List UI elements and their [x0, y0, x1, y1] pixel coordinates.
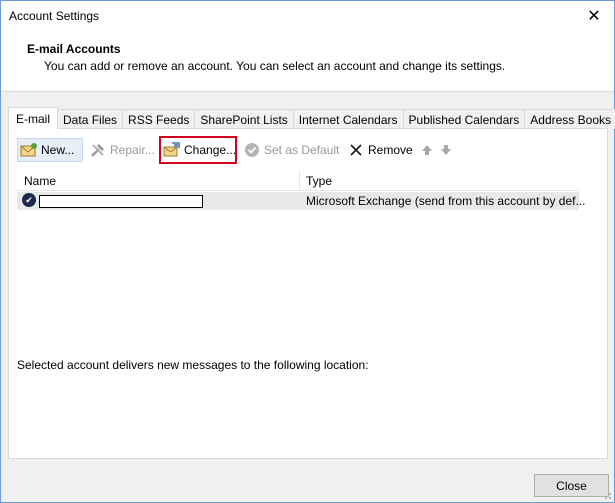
remove-button[interactable]: Remove	[347, 138, 413, 162]
change-settings-icon	[163, 141, 181, 159]
new-button-label: New...	[41, 143, 75, 157]
checkmark-circle-icon	[243, 141, 261, 159]
remove-button-label: Remove	[368, 143, 413, 157]
account-row[interactable]: ✔ Microsoft Exchange (send from this acc…	[17, 192, 585, 210]
repair-button[interactable]: Repair...	[89, 138, 155, 162]
tab-address-books[interactable]: Address Books	[524, 109, 615, 129]
tab-email[interactable]: E-mail	[8, 107, 59, 129]
arrow-up-icon	[418, 141, 436, 159]
remove-x-icon	[347, 141, 365, 159]
column-header-name[interactable]: Name	[24, 174, 56, 188]
tab-internet-calendars[interactable]: Internet Calendars	[292, 109, 404, 129]
header-title: E-mail Accounts	[27, 42, 121, 56]
header-description: You can add or remove an account. You ca…	[44, 59, 506, 73]
set-as-default-button[interactable]: Set as Default	[243, 138, 339, 162]
account-settings-dialog: Account Settings ✕ E-mail Accounts You c…	[0, 0, 615, 503]
repair-tools-icon	[89, 141, 107, 159]
tab-strip: E-mail Data Files RSS Feeds SharePoint L…	[8, 107, 615, 129]
move-up-button[interactable]	[418, 138, 439, 162]
list-header: Name Type	[17, 170, 579, 191]
new-account-button[interactable]: New...	[17, 138, 83, 162]
accounts-list: Name Type ✔ Microsoft Exchange (send fro…	[17, 170, 585, 340]
delivery-location-text: Selected account delivers new messages t…	[17, 358, 369, 372]
title-bar: Account Settings ✕	[1, 1, 614, 31]
account-name-redacted	[39, 195, 203, 208]
move-down-button[interactable]	[437, 138, 458, 162]
column-divider[interactable]	[299, 170, 300, 190]
tab-sharepoint-lists[interactable]: SharePoint Lists	[194, 109, 294, 129]
change-account-button[interactable]: Change...	[163, 138, 236, 162]
change-button-label: Change...	[184, 143, 237, 157]
tab-data-files[interactable]: Data Files	[57, 109, 124, 129]
close-window-button[interactable]: ✕	[584, 6, 604, 26]
default-account-check-icon: ✔	[22, 193, 36, 207]
header-panel: E-mail Accounts You can add or remove an…	[1, 31, 614, 92]
email-tab-panel: New... Repair... Change... Set as Defaul…	[8, 128, 608, 459]
resize-grip-icon[interactable]	[602, 490, 612, 500]
column-header-type[interactable]: Type	[306, 174, 332, 188]
tab-published-calendars[interactable]: Published Calendars	[402, 109, 526, 129]
new-mail-icon	[20, 141, 38, 159]
window-title: Account Settings	[9, 9, 100, 23]
arrow-down-icon	[437, 141, 455, 159]
accounts-toolbar: New... Repair... Change... Set as Defaul…	[17, 136, 597, 164]
repair-button-label: Repair...	[110, 143, 155, 157]
close-button[interactable]: Close	[534, 474, 609, 497]
account-type: Microsoft Exchange (send from this accou…	[306, 194, 586, 208]
set-as-default-label: Set as Default	[264, 143, 340, 157]
tab-rss-feeds[interactable]: RSS Feeds	[122, 109, 196, 129]
